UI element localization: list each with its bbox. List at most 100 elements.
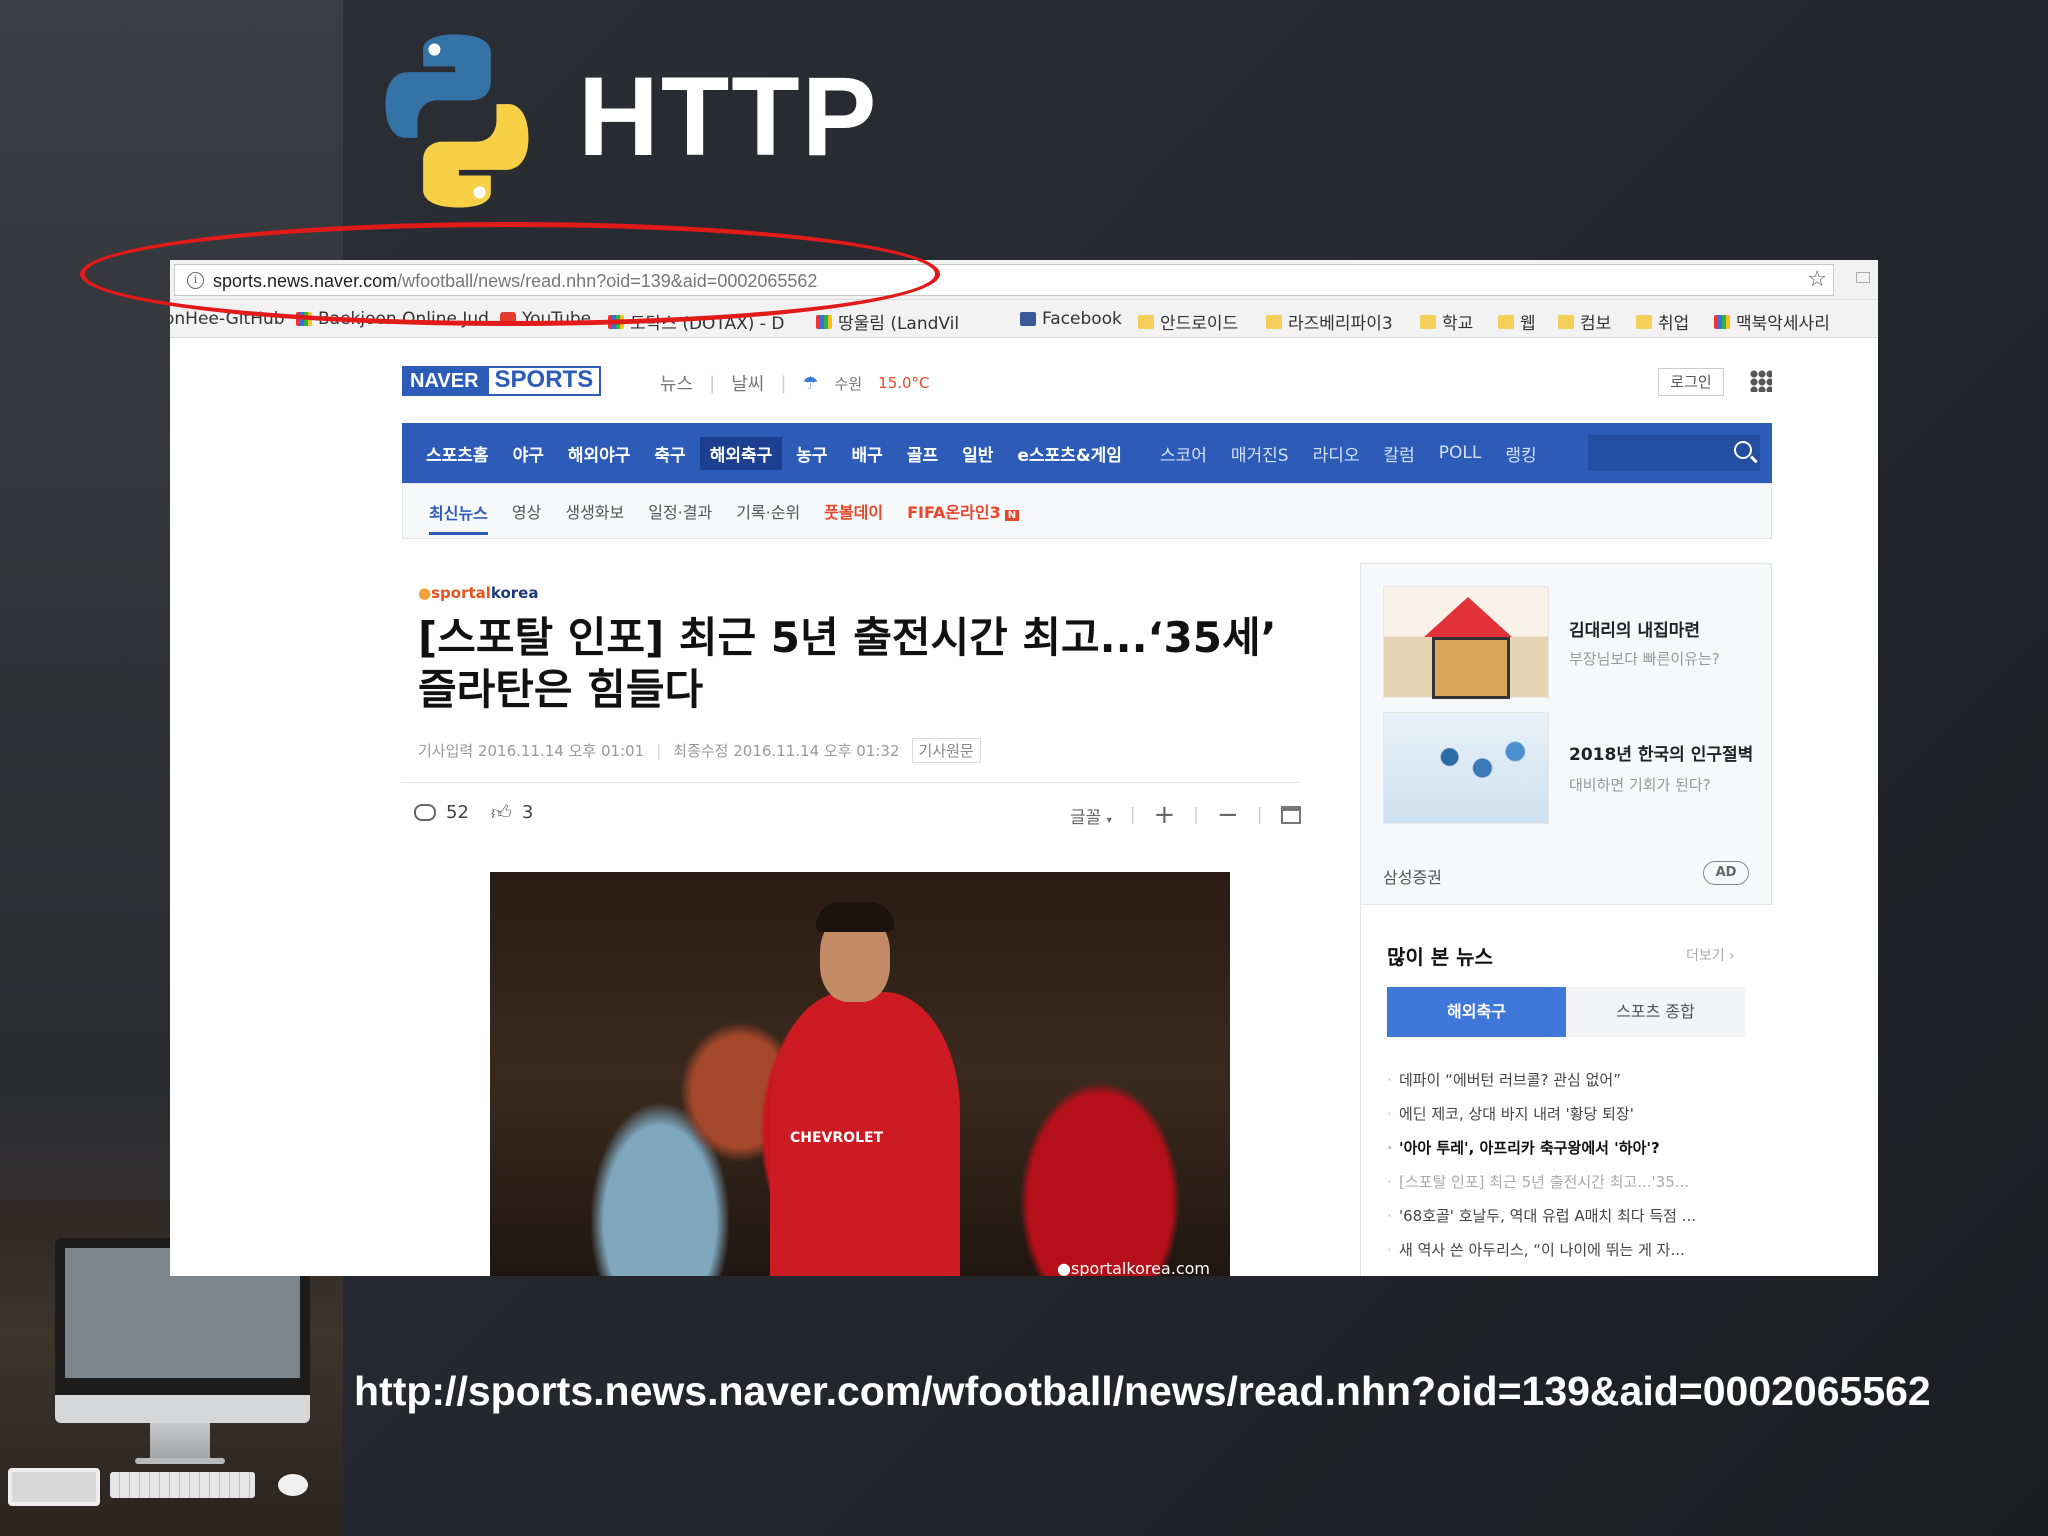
naver-sports-logo[interactable]: NAVER SPORTS — [402, 366, 632, 396]
nav-item-golf[interactable]: 골프 — [897, 437, 948, 470]
article-source[interactable]: ●sportalkorea — [418, 584, 538, 602]
thumbs-up-icon[interactable]: 👍︎ — [491, 800, 512, 825]
bookmark-star-icon[interactable]: ☆ — [1807, 267, 1827, 292]
article-photo[interactable]: CHEVROLET ●sportalkorea.com — [490, 872, 1230, 1276]
nav-item-ranking[interactable]: 랭킹 — [1495, 437, 1546, 470]
font-decrease-icon[interactable]: − — [1217, 800, 1239, 830]
search-icon[interactable] — [1734, 441, 1752, 459]
font-label: 글꼴 — [1070, 807, 1102, 828]
font-increase-icon[interactable]: + — [1153, 800, 1175, 830]
comment-icon[interactable] — [414, 804, 436, 821]
article-tools: 52 👍︎ 3 — [414, 800, 533, 825]
folder-icon — [1558, 314, 1574, 329]
nav-search-input[interactable] — [1588, 435, 1760, 471]
extension-icon[interactable] — [1856, 272, 1870, 283]
shirt-sponsor: CHEVROLET — [790, 1130, 884, 1146]
bookmark-item[interactable]: 웹 — [1498, 309, 1536, 334]
font-tools: 글꼴 ▾ | + | − | — [1070, 800, 1301, 830]
divider — [402, 782, 1300, 783]
separator: | — [656, 741, 662, 760]
meta-updated-time: 최종수정 2016.11.14 오후 01:32 — [673, 742, 900, 760]
bookmark-item[interactable]: 땅울림 (LandVil — [816, 309, 959, 334]
python-logo-icon — [385, 34, 529, 208]
more-link[interactable]: 더보기 › — [1686, 945, 1735, 965]
list-item[interactable]: 새 역사 쓴 아두리스, “이 나이에 뛰는 게 자... — [1387, 1233, 1747, 1267]
ad-house-image[interactable] — [1383, 586, 1549, 699]
sub-nav: 최신뉴스 영상 생생화보 일정·결과 기록·순위 풋볼데이 FIFA온라인3 N — [402, 483, 1772, 539]
ad-badge[interactable]: AD — [1703, 861, 1749, 885]
nav-item-basketball[interactable]: 농구 — [786, 437, 837, 470]
font-select[interactable]: 글꼴 ▾ — [1070, 803, 1112, 828]
nav-item-football[interactable]: 축구 — [644, 437, 695, 470]
main-nav: 스포츠홈 야구 해외야구 축구 해외축구 농구 배구 골프 일반 e스포츠&게임… — [402, 423, 1772, 483]
nav-item-volleyball[interactable]: 배구 — [842, 437, 893, 470]
nav-item-score[interactable]: 스코어 — [1150, 437, 1217, 470]
subnav-football-day[interactable]: 풋볼데이 — [824, 499, 883, 523]
comment-count[interactable]: 52 — [446, 802, 469, 823]
popular-news: 많이 본 뉴스 더보기 › 해외축구 스포츠 종합 데파이 “에버턴 러브콜? … — [1361, 905, 1773, 1276]
nav-item-magazine[interactable]: 매거진S — [1221, 437, 1299, 470]
photo-watermark: ●sportalkorea.com — [1057, 1259, 1210, 1276]
nav-item-esports[interactable]: e스포츠&게임 — [1007, 437, 1132, 470]
list-item[interactable]: 브라질은 '치치 열풍'... 상비축구 대표팀 감독 — [1387, 1267, 1747, 1276]
ad-title[interactable]: 2018년 한국의 인구절벽 — [1569, 740, 1753, 765]
list-item[interactable]: 에딘 제코, 상대 바지 내려 '황당 퇴장' — [1387, 1097, 1747, 1131]
bookmark-item[interactable]: 라즈베리파이3 — [1266, 309, 1393, 334]
fifa-label: FIFA온라인3 — [907, 503, 1001, 522]
top-link-weather[interactable]: 날씨 — [731, 370, 764, 396]
logo-naver: NAVER — [402, 366, 487, 396]
folder-icon — [1498, 314, 1514, 329]
list-item[interactable]: [스포탈 인포] 최근 5년 출전시간 최고...'35... — [1387, 1165, 1747, 1199]
bookmark-item[interactable]: 취업 — [1636, 309, 1689, 334]
nav-item-overseas-baseball[interactable]: 해외야구 — [558, 437, 641, 470]
subnav-records[interactable]: 기록·순위 — [736, 499, 800, 523]
like-count[interactable]: 3 — [522, 802, 533, 823]
list-item[interactable]: '아아 투레', 아프리카 축구왕에서 '하아'? — [1387, 1131, 1747, 1165]
tab-sports-all[interactable]: 스포츠 종합 — [1566, 987, 1745, 1037]
ad-tech-image[interactable] — [1383, 712, 1549, 824]
ad-subtitle[interactable]: 부장님보다 빠른이유는? — [1569, 648, 1720, 669]
subnav-video[interactable]: 영상 — [512, 499, 541, 523]
separator: | — [1193, 805, 1199, 825]
facebook-icon — [1020, 312, 1036, 326]
subnav-fifa-online[interactable]: FIFA온라인3 N — [907, 499, 1020, 523]
bookmark-item[interactable]: 안드로이드 — [1138, 309, 1238, 334]
imac-chin — [55, 1395, 310, 1423]
original-article-button[interactable]: 기사원문 — [911, 738, 981, 763]
keyboard-icon — [110, 1472, 255, 1498]
subnav-schedule[interactable]: 일정·결과 — [648, 499, 712, 523]
folder-icon — [1138, 314, 1154, 329]
login-button[interactable]: 로그인 — [1658, 368, 1724, 396]
imac-stand — [150, 1423, 210, 1461]
separator: | — [1129, 805, 1136, 825]
subnav-latest-news[interactable]: 최신뉴스 — [429, 500, 488, 535]
bookmark-item[interactable]: 학교 — [1420, 309, 1473, 334]
bookmark-item[interactable]: 맥북악세사리 — [1714, 309, 1830, 334]
nav-item-general[interactable]: 일반 — [952, 437, 1003, 470]
list-item[interactable]: '68호골' 호날두, 역대 유럽 A매치 최다 득점 ... — [1387, 1199, 1747, 1233]
bookmark-item[interactable]: 컴보 — [1558, 309, 1611, 334]
list-item[interactable]: 데파이 “에버턴 러브콜? 관심 없어” — [1387, 1063, 1747, 1097]
tab-overseas-football[interactable]: 해외축구 — [1387, 987, 1566, 1037]
subnav-photos[interactable]: 생생화보 — [565, 499, 624, 523]
nav-item-baseball[interactable]: 야구 — [503, 437, 554, 470]
nav-item-poll[interactable]: POLL — [1429, 439, 1492, 467]
folder-icon — [1266, 314, 1282, 329]
nav-item-sports-home[interactable]: 스포츠홈 — [416, 437, 499, 470]
apps-grid-icon[interactable] — [1750, 370, 1772, 392]
bookmark-item[interactable]: Facebook — [1020, 309, 1122, 329]
top-link-news[interactable]: 뉴스 — [660, 370, 693, 396]
print-icon[interactable] — [1280, 806, 1301, 824]
weather-city: 수원 — [834, 374, 863, 393]
nav-item-column[interactable]: 칼럼 — [1374, 437, 1425, 470]
ad-title[interactable]: 김대리의 내집마련 — [1569, 616, 1700, 641]
nav-item-overseas-football[interactable]: 해외축구 — [699, 436, 783, 470]
player-hair — [816, 902, 894, 932]
url-highlight-ellipse — [80, 222, 940, 326]
ad-subtitle[interactable]: 대비하면 기회가 된다? — [1569, 774, 1711, 795]
popular-news-list: 데파이 “에버턴 러브콜? 관심 없어” 에딘 제코, 상대 바지 내려 '황당… — [1387, 1063, 1747, 1276]
nav-item-radio[interactable]: 라디오 — [1303, 437, 1370, 470]
ipad-icon — [8, 1468, 100, 1506]
separator: | — [780, 372, 787, 394]
popular-tabs: 해외축구 스포츠 종합 — [1387, 987, 1745, 1037]
